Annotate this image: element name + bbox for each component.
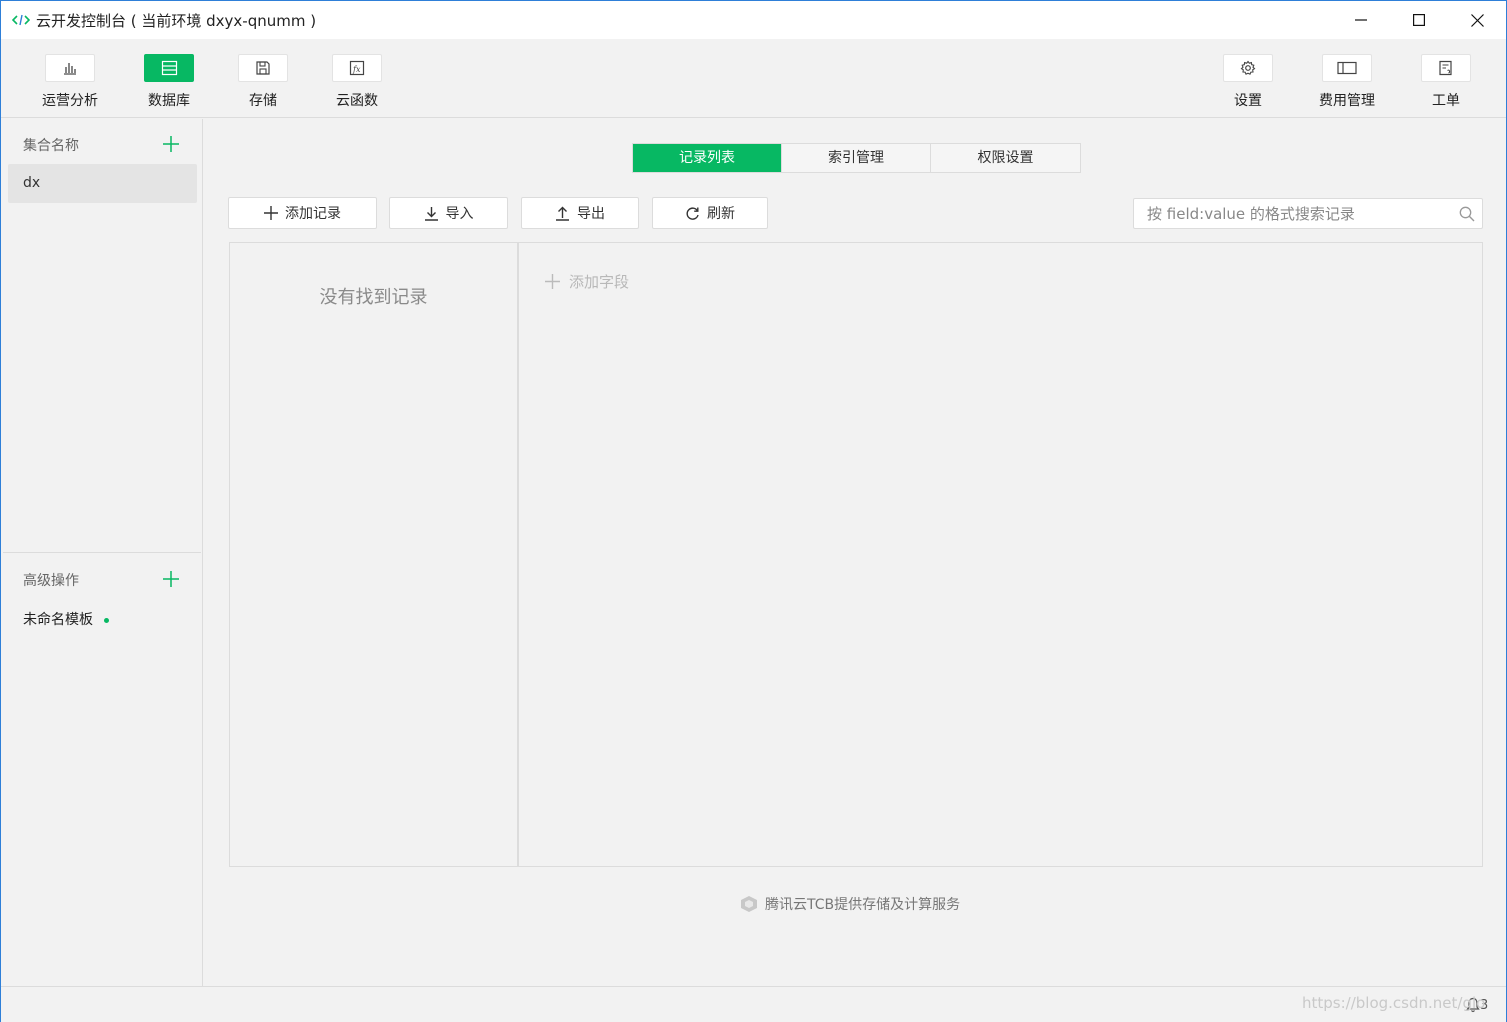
ticket-icon (1439, 60, 1452, 76)
tab-records[interactable]: 记录列表 (633, 144, 782, 172)
title-bar: 云开发控制台 ( 当前环境 dxyx-qnumm ) (1, 1, 1506, 39)
status-dot-icon (104, 617, 109, 623)
storage-icon (256, 61, 270, 75)
export-button[interactable]: 导出 (521, 197, 639, 229)
cloud-function-icon: fx (349, 60, 365, 76)
toolbar-settings-label: 设置 (1234, 93, 1262, 109)
toolbar-ticket[interactable]: 工单 (1406, 54, 1486, 110)
gear-icon (1240, 60, 1256, 75)
advanced-header: 高级操作 (23, 573, 79, 589)
download-icon (424, 206, 438, 221)
add-template-icon[interactable] (162, 570, 180, 588)
refresh-label: 刷新 (707, 206, 735, 222)
toolbar-billing-label: 费用管理 (1319, 93, 1375, 109)
toolbar-analytics-label: 运营分析 (42, 93, 98, 109)
app-window: 云开发控制台 ( 当前环境 dxyx-qnumm ) 运营分析 数据库 存储 f… (0, 0, 1507, 1022)
record-list-panel: 没有找到记录 (229, 242, 518, 867)
search-icon[interactable] (1459, 206, 1475, 222)
close-button[interactable] (1448, 1, 1506, 39)
minimize-button[interactable] (1332, 1, 1390, 39)
template-item[interactable]: 未命名模板 (23, 609, 109, 629)
toolbar-storage-label: 存储 (249, 93, 277, 109)
tab-indexes[interactable]: 索引管理 (782, 144, 931, 172)
add-record-label: 添加记录 (285, 206, 341, 222)
export-label: 导出 (577, 206, 605, 222)
app-code-icon (12, 14, 30, 26)
search-input[interactable] (1134, 199, 1444, 228)
toolbar-settings[interactable]: 设置 (1208, 54, 1288, 110)
add-field-button[interactable]: 添加字段 (545, 271, 629, 292)
svg-text:fx: fx (352, 65, 361, 74)
collection-item-dx[interactable]: dx (8, 164, 197, 203)
toolbar-database-label: 数据库 (148, 93, 190, 109)
search-box (1133, 198, 1483, 229)
upload-icon (556, 206, 569, 221)
collections-header: 集合名称 (23, 138, 79, 154)
bar-chart-icon (64, 63, 76, 75)
window-title: 云开发控制台 ( 当前环境 dxyx-qnumm ) (36, 11, 317, 30)
database-icon (161, 60, 177, 76)
template-item-label: 未命名模板 (23, 612, 93, 628)
toolbar-billing[interactable]: 费用管理 (1307, 54, 1387, 110)
add-record-button[interactable]: 添加记录 (228, 197, 377, 229)
sidebar: 集合名称 dx 高级操作 未命名模板 (1, 119, 203, 986)
toolbar-analytics[interactable]: 运营分析 (30, 54, 110, 110)
toolbar-cloud-function[interactable]: fx 云函数 (317, 54, 397, 110)
import-label: 导入 (445, 206, 474, 222)
minimize-icon (1355, 19, 1367, 21)
billing-icon (1337, 61, 1357, 75)
provider-note: 腾讯云TCB提供存储及计算服务 (739, 894, 960, 914)
plus-icon (264, 206, 278, 220)
empty-records-text: 没有找到记录 (319, 287, 428, 308)
add-field-label: 添加字段 (569, 273, 630, 291)
provider-note-text: 腾讯云TCB提供存储及计算服务 (765, 897, 961, 913)
import-button[interactable]: 导入 (389, 197, 508, 229)
plus-icon (545, 274, 560, 289)
record-detail-panel: 添加字段 (517, 242, 1483, 867)
status-bar: 3 (1, 986, 1506, 1022)
maximize-button[interactable] (1390, 1, 1448, 39)
toolbar-storage[interactable]: 存储 (223, 54, 303, 110)
record-tabs: 记录列表 索引管理 权限设置 (632, 143, 1081, 173)
close-icon (1470, 13, 1484, 27)
toolbar-cloud-function-label: 云函数 (336, 93, 378, 109)
tab-permissions[interactable]: 权限设置 (931, 144, 1080, 172)
watermark-text: https://blog.csdn.net/glo (1302, 994, 1486, 1012)
main-toolbar: 运营分析 数据库 存储 fx 云函数 设置 费用管理 工单 (1, 39, 1506, 118)
maximize-icon (1413, 14, 1425, 26)
toolbar-database[interactable]: 数据库 (129, 54, 209, 110)
refresh-button[interactable]: 刷新 (652, 197, 768, 229)
sidebar-divider (3, 552, 201, 553)
refresh-icon (686, 206, 699, 220)
add-collection-icon[interactable] (162, 135, 180, 153)
toolbar-ticket-label: 工单 (1432, 93, 1460, 109)
tencent-cloud-logo-icon (741, 896, 757, 912)
